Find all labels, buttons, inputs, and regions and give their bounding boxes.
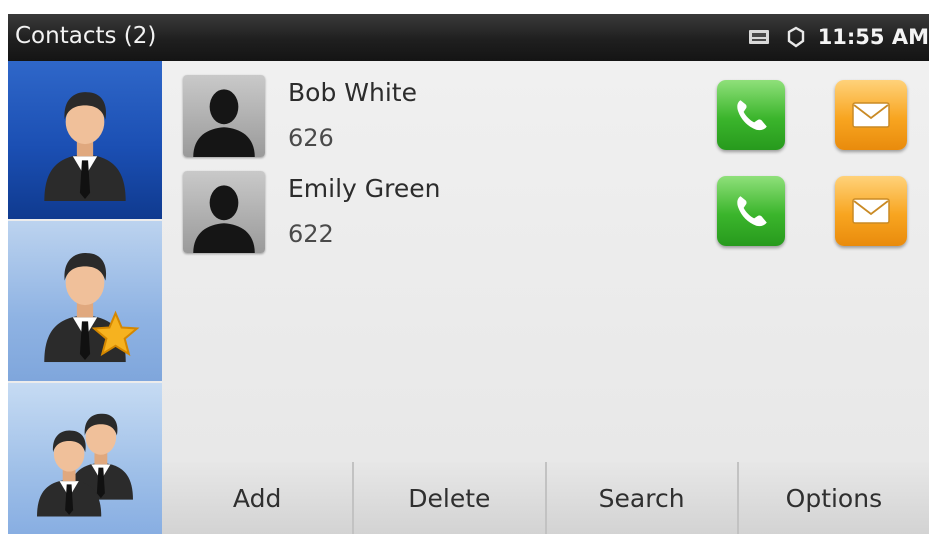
envelope-icon	[852, 102, 890, 128]
status-icons: 11:55 AM	[748, 21, 929, 53]
status-bar: Contacts (2) 11:55 AM	[8, 14, 929, 61]
contact-avatar	[183, 171, 265, 253]
softkey-bar: Add Delete Search Options	[162, 462, 929, 534]
search-button[interactable]: Search	[544, 462, 737, 534]
add-button[interactable]: Add	[162, 462, 353, 534]
phone-handset-icon	[737, 100, 767, 131]
sidebar-item-groups[interactable]	[8, 383, 162, 534]
page-title: Contacts (2)	[15, 23, 157, 49]
person-silhouette-icon	[183, 171, 265, 253]
contact-name: Emily Green	[288, 174, 441, 203]
sidebar-item-favorites[interactable]	[8, 221, 162, 381]
sidebar-item-directory[interactable]	[8, 61, 162, 219]
envelope-icon	[852, 198, 890, 224]
phone-screen: Contacts (2) 11:55 AM Bob White 626 Emil…	[8, 14, 929, 534]
contact-number: 626	[288, 124, 334, 152]
person-silhouette-icon	[183, 75, 265, 157]
message-button[interactable]	[835, 80, 907, 150]
clock: 11:55 AM	[817, 25, 929, 49]
contact-number: 622	[288, 220, 334, 248]
call-button[interactable]	[717, 176, 785, 246]
phone-handset-icon	[737, 196, 767, 227]
message-button[interactable]	[835, 176, 907, 246]
contact-row[interactable]: Emily Green 622	[162, 157, 929, 253]
call-button[interactable]	[717, 80, 785, 150]
contact-group-icon	[29, 400, 141, 518]
network-icon[interactable]	[786, 26, 806, 48]
contact-person-icon	[33, 79, 137, 201]
favorite-contact-star-icon	[29, 239, 140, 363]
contact-row[interactable]: Bob White 626	[162, 61, 929, 157]
contact-avatar	[183, 75, 265, 157]
message-icon[interactable]	[748, 28, 770, 46]
delete-button[interactable]: Delete	[352, 462, 545, 534]
contact-list: Bob White 626 Emily Green 622	[162, 61, 929, 462]
contacts-sidebar	[8, 61, 162, 534]
options-button[interactable]: Options	[736, 462, 929, 534]
contact-name: Bob White	[288, 78, 417, 107]
